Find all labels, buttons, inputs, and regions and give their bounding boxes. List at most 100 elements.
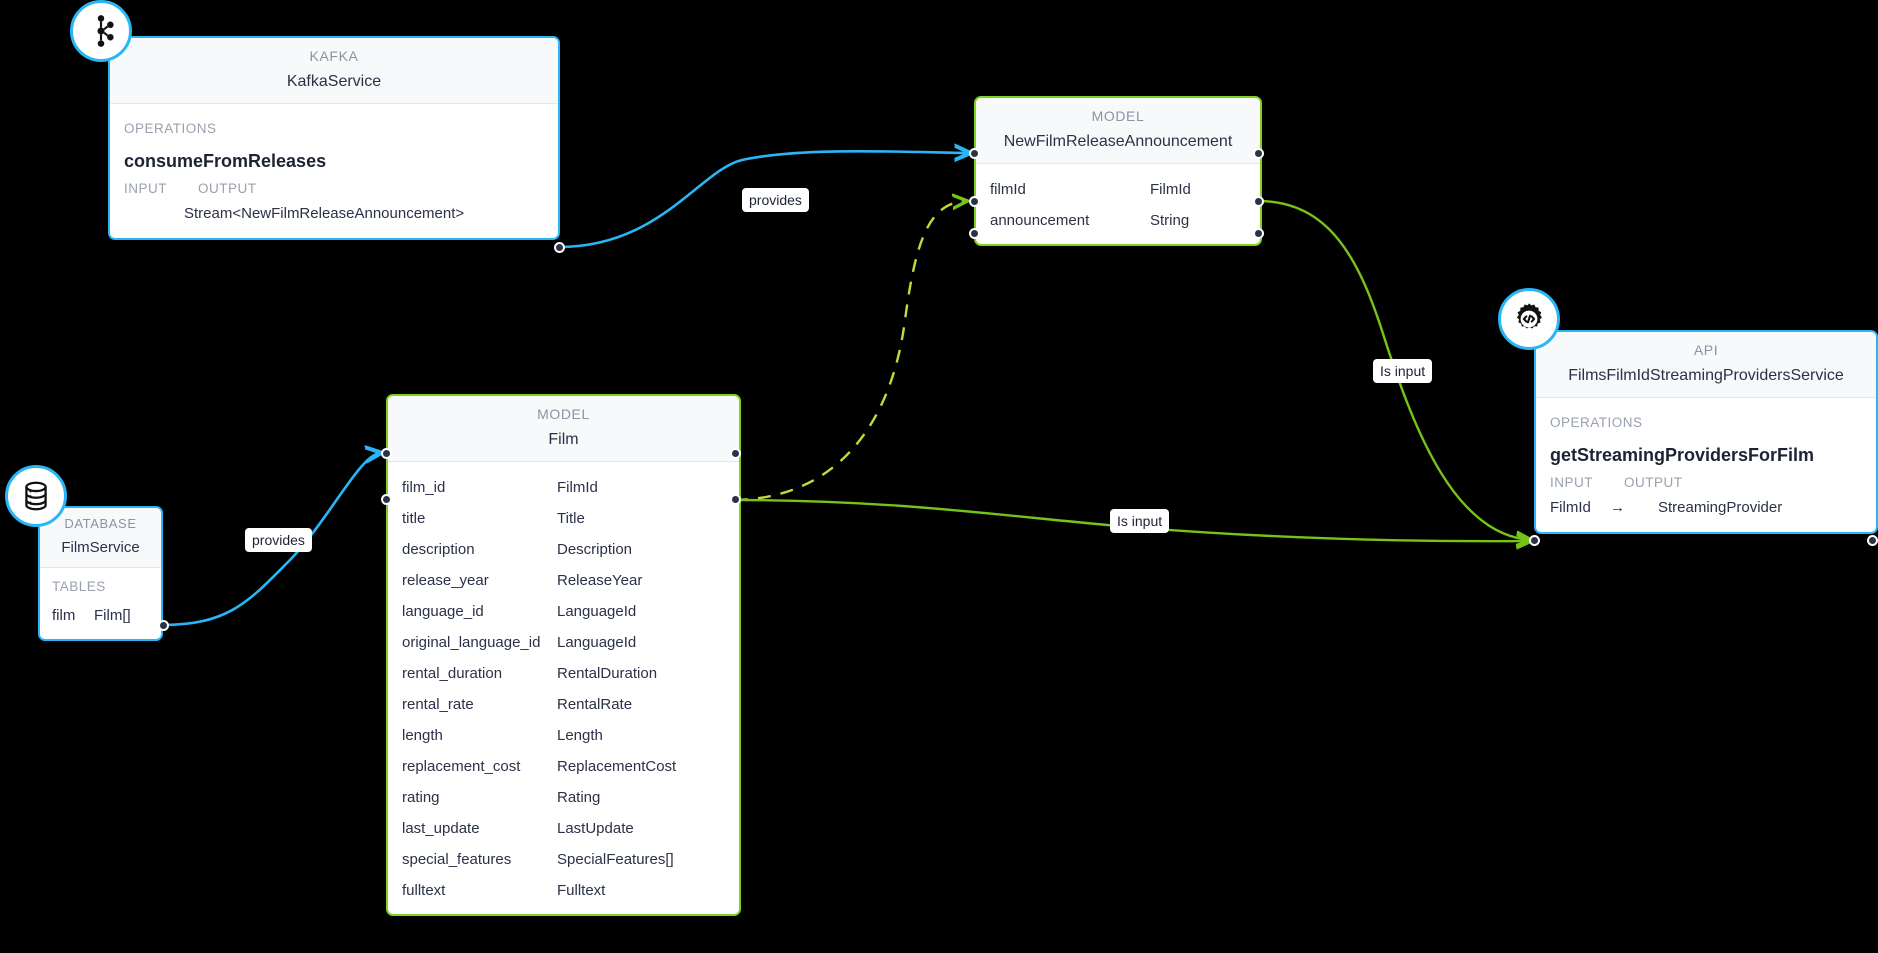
database-icon-badge xyxy=(5,465,67,527)
table-row-film[interactable]: film Film[] xyxy=(40,600,161,631)
model-field-type: RentalRate xyxy=(557,696,633,713)
model-field-row[interactable]: rating Rating xyxy=(388,782,739,813)
model-field-type: Fulltext xyxy=(557,882,606,899)
node-announcement-model[interactable]: MODEL NewFilmReleaseAnnouncement filmId F… xyxy=(974,96,1262,246)
api-operation-name[interactable]: getStreamingProvidersForFilm xyxy=(1536,436,1876,470)
api-output-header: OUTPUT xyxy=(1624,475,1683,490)
model-field-row[interactable]: release_year ReleaseYear xyxy=(388,565,739,596)
port-film-film-id-left[interactable] xyxy=(381,494,392,505)
model-field-name: filmId xyxy=(990,181,1026,198)
model-field-type: LastUpdate xyxy=(557,820,634,837)
port-kafka-output[interactable] xyxy=(554,242,565,253)
model-field-name: last_update xyxy=(402,820,480,837)
api-input-value: FilmId xyxy=(1550,499,1591,516)
port-announcement-announcement-left[interactable] xyxy=(969,228,980,239)
edge-label-is-input-film[interactable]: Is input xyxy=(1110,509,1170,533)
kafka-title: KafkaService xyxy=(286,73,382,90)
kafka-icon xyxy=(97,15,114,47)
port-api-output[interactable] xyxy=(1867,535,1878,546)
model-field-row[interactable]: replacement_cost ReplacementCost xyxy=(388,751,739,782)
port-announcement-announcement-right[interactable] xyxy=(1253,228,1264,239)
model-field-name: rental_duration xyxy=(402,665,503,682)
kafka-output-value: Stream<NewFilmReleaseAnnouncement> xyxy=(184,205,465,222)
kafka-output-header: OUTPUT xyxy=(198,181,257,196)
kafka-icon-badge xyxy=(70,0,132,62)
announcement-title: NewFilmReleaseAnnouncement xyxy=(1003,133,1233,150)
kafka-header: KAFKA KafkaService xyxy=(110,38,558,104)
kafka-input-value xyxy=(124,202,184,226)
api-title: FilmsFilmIdStreamingProvidersService xyxy=(1568,367,1844,384)
model-field-row[interactable]: language_id LanguageId xyxy=(388,596,739,627)
model-field-name: description xyxy=(402,541,475,558)
model-field-row[interactable]: rental_duration RentalDuration xyxy=(388,658,739,689)
api-output-value: StreamingProvider xyxy=(1658,499,1783,516)
model-field-name: special_features xyxy=(402,851,512,868)
kafka-io-header: INPUT OUTPUT xyxy=(110,176,558,200)
model-field-type: FilmId xyxy=(557,479,598,496)
api-header: API FilmsFilmIdStreamingProvidersService xyxy=(1536,332,1876,398)
model-field-row[interactable]: title Title xyxy=(388,503,739,534)
model-field-type: Length xyxy=(557,727,603,744)
model-field-type: LanguageId xyxy=(557,603,637,620)
kafka-kind-label: KAFKA xyxy=(309,48,359,64)
port-film-model-header[interactable] xyxy=(381,448,392,459)
model-field-row[interactable]: rental_rate RentalRate xyxy=(388,689,739,720)
database-tables-label: TABLES xyxy=(52,579,106,594)
model-field-row[interactable]: fulltext Fulltext xyxy=(388,875,739,906)
model-field-row[interactable]: special_features SpecialFeatures[] xyxy=(388,844,739,875)
edge-film-to-announcement-dashed xyxy=(734,201,966,502)
edge-label-provides-database[interactable]: provides xyxy=(245,528,312,552)
announcement-kind-label: MODEL xyxy=(1091,108,1145,124)
api-body: OPERATIONS getStreamingProvidersForFilm … xyxy=(1536,398,1876,532)
port-announcement-filmid-left[interactable] xyxy=(969,196,980,207)
node-api-service[interactable]: API FilmsFilmIdStreamingProvidersService… xyxy=(1534,330,1878,534)
model-field-name: title xyxy=(402,510,426,527)
kafka-io-row: Stream<NewFilmReleaseAnnouncement> xyxy=(110,200,558,230)
database-title: FilmService xyxy=(61,539,140,556)
port-announcement-header-right[interactable] xyxy=(1253,148,1264,159)
model-field-name: language_id xyxy=(402,603,484,620)
model-field-row[interactable]: announcement String xyxy=(976,205,1260,236)
model-field-name: announcement xyxy=(990,212,1090,229)
model-field-type: Description xyxy=(557,541,633,558)
node-database-service[interactable]: DATABASE FilmService TABLES film Film[] xyxy=(38,506,163,641)
model-field-type: ReplacementCost xyxy=(557,758,677,775)
model-field-type: FilmId xyxy=(1150,181,1191,198)
film-model-title: Film xyxy=(548,431,579,448)
model-field-row[interactable]: description Description xyxy=(388,534,739,565)
node-film-model[interactable]: MODEL Film film_id FilmId title Title descri… xyxy=(386,394,741,916)
model-field-row[interactable]: filmId FilmId xyxy=(976,174,1260,205)
port-database-film[interactable] xyxy=(158,620,169,631)
model-field-type: LanguageId xyxy=(557,634,637,651)
model-field-row[interactable]: length Length xyxy=(388,720,739,751)
edge-label-is-input-announcement[interactable]: Is input xyxy=(1373,359,1433,383)
port-film-film-id-right[interactable] xyxy=(730,494,741,505)
model-field-type: RentalDuration xyxy=(557,665,658,682)
port-film-model-header-right[interactable] xyxy=(730,448,741,459)
port-announcement-header[interactable] xyxy=(969,148,980,159)
database-body: TABLES film Film[] xyxy=(40,568,161,639)
api-io-header: INPUT OUTPUT xyxy=(1536,470,1876,494)
kafka-input-header: INPUT xyxy=(124,181,167,196)
table-row-type: Film[] xyxy=(94,607,131,624)
model-field-name: length xyxy=(402,727,443,744)
api-gear-code-icon xyxy=(1516,303,1542,329)
api-io-row: FilmId → StreamingProvider xyxy=(1536,494,1876,524)
model-field-type: SpecialFeatures[] xyxy=(557,851,674,868)
model-field-row[interactable]: film_id FilmId xyxy=(388,472,739,503)
port-api-input[interactable] xyxy=(1529,535,1540,546)
film-model-kind-label: MODEL xyxy=(537,406,590,422)
kafka-operations-label: OPERATIONS xyxy=(124,121,217,136)
node-kafka-service[interactable]: KAFKA KafkaService OPERATIONS consumeFro… xyxy=(108,36,560,240)
port-announcement-filmid-right[interactable] xyxy=(1253,196,1264,207)
model-field-name: film_id xyxy=(402,479,446,496)
model-field-name: rental_rate xyxy=(402,696,474,713)
film-model-body: film_id FilmId title Title description Descri… xyxy=(388,462,739,914)
edge-label-provides-kafka[interactable]: provides xyxy=(742,188,809,212)
model-field-type: String xyxy=(1150,212,1190,229)
announcement-body: filmId FilmId announcement String xyxy=(976,164,1260,244)
kafka-operation-name[interactable]: consumeFromReleases xyxy=(110,142,558,176)
model-field-row[interactable]: last_update LastUpdate xyxy=(388,813,739,844)
model-field-row[interactable]: original_language_id LanguageId xyxy=(388,627,739,658)
api-icon-badge xyxy=(1498,288,1560,350)
